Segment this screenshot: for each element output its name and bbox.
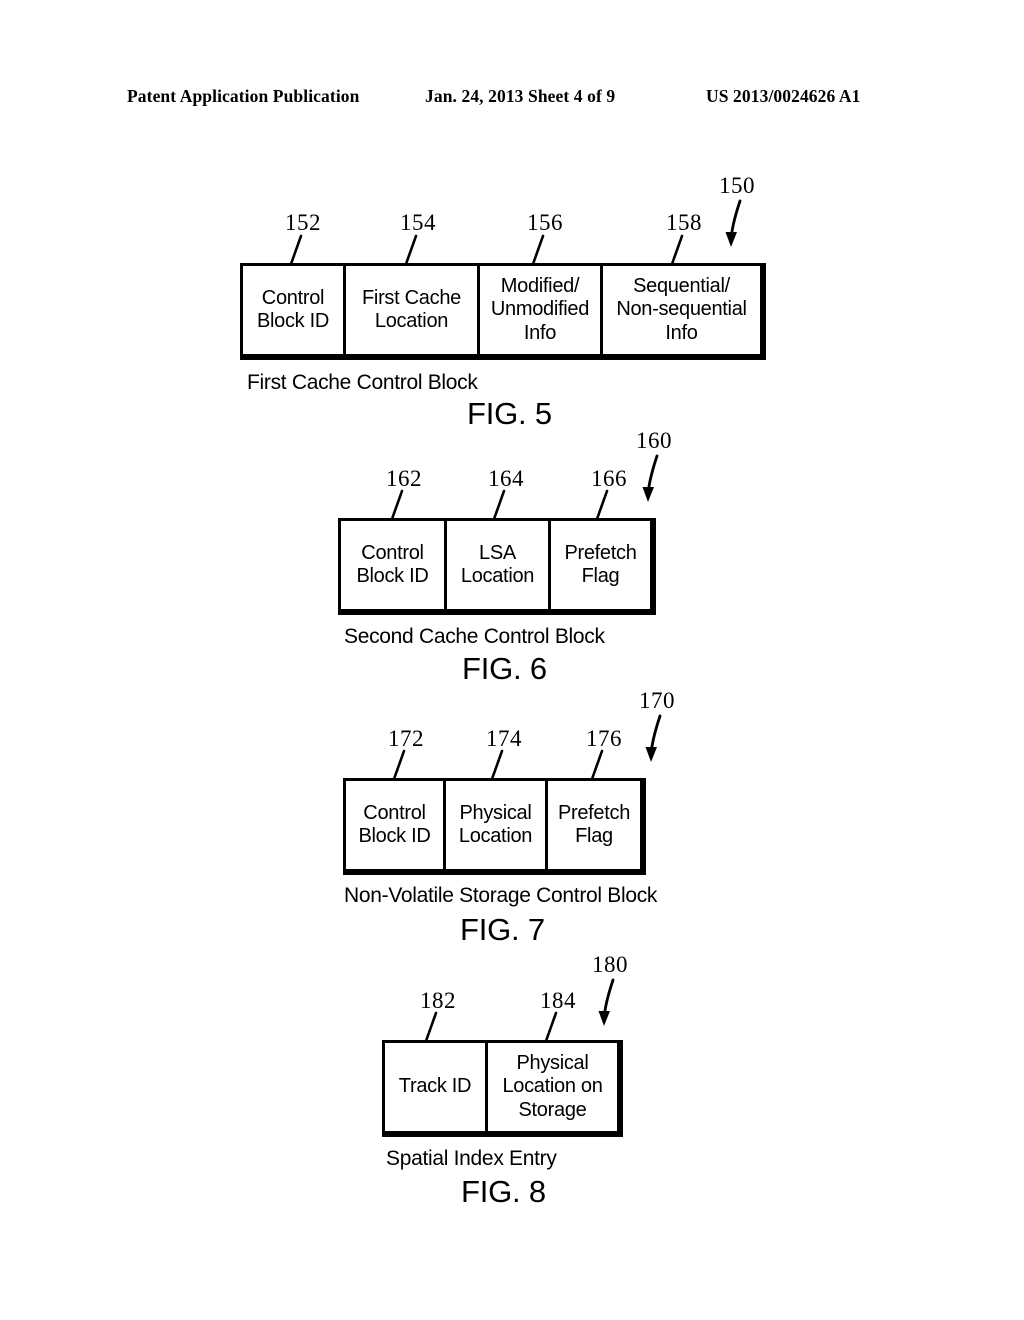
block-cell-sequential-non-sequential-info: Sequential/ Non-sequential Info <box>603 266 760 354</box>
cell-line: Flag <box>575 825 613 847</box>
cell-line: Block ID <box>256 310 330 332</box>
block-cell-first-cache-location: First Cache Location <box>346 266 480 354</box>
cell-line: Physical <box>516 1052 589 1075</box>
page-header: Patent Application Publication Jan. 24, … <box>0 86 1024 112</box>
figure-8-label: FIG. 8 <box>461 1174 546 1209</box>
non-volatile-storage-control-block-diagram: Control Block ID Physical Location Prefe… <box>343 778 646 875</box>
header-publication-number: US 2013/0024626 A1 <box>706 86 861 106</box>
cell-line: Location <box>460 565 535 587</box>
ref-numeral-162: 162 <box>386 466 422 491</box>
ref-numeral-170: 170 <box>639 688 675 713</box>
leader-line-162 <box>390 489 404 521</box>
header-date-sheet-text: Jan. 24, 2013 Sheet 4 of 9 <box>425 86 616 106</box>
block-cell-prefetch-flag: Prefetch Flag <box>551 521 650 609</box>
leader-line-172 <box>392 749 406 781</box>
cell-line: Track ID <box>398 1075 472 1098</box>
ref-numeral-158: 158 <box>666 210 702 235</box>
block-cell-modified-unmodified-info: Modified/ Unmodified Info <box>480 266 603 354</box>
header-publication-text: Patent Application Publication <box>127 86 360 106</box>
block-cell-track-id: Track ID <box>385 1043 488 1131</box>
leader-line-158 <box>670 234 684 266</box>
block-cell-physical-location-on-storage: Physical Location on Storage <box>488 1043 617 1131</box>
spatial-index-entry-diagram: Track ID Physical Location on Storage <box>382 1040 623 1137</box>
leader-line-166 <box>595 489 609 521</box>
ref-numeral-152: 152 <box>285 210 321 235</box>
ref-numeral-184: 184 <box>540 988 576 1013</box>
cell-line: Control <box>361 541 424 564</box>
cell-line: Unmodified <box>490 298 590 321</box>
cell-line: Flag <box>581 565 620 587</box>
first-cache-control-block-diagram: Control Block ID First Cache Location Mo… <box>240 263 766 360</box>
figure-7-label: FIG. 7 <box>460 912 545 947</box>
block-pointer-arrow-170 <box>637 714 671 770</box>
ref-numeral-180: 180 <box>592 952 628 977</box>
cell-line: LSA <box>479 541 516 564</box>
ref-numeral-166: 166 <box>591 466 627 491</box>
ref-numeral-164: 164 <box>488 466 524 491</box>
figure-5-caption: First Cache Control Block <box>247 371 478 394</box>
figure-7-caption: Non-Volatile Storage Control Block <box>344 884 658 907</box>
ref-numeral-172: 172 <box>388 726 424 751</box>
cell-line: Control <box>363 801 426 824</box>
leader-line-154 <box>404 234 418 266</box>
leader-line-156 <box>531 234 545 266</box>
cell-line: Info <box>665 321 698 344</box>
cell-line: Block ID <box>358 825 431 847</box>
cell-line: Control <box>261 286 325 309</box>
leader-line-164 <box>492 489 506 521</box>
leader-line-174 <box>490 749 504 781</box>
figure-6-label: FIG. 6 <box>462 651 547 686</box>
cell-line: Non-sequential <box>616 298 747 321</box>
ref-numeral-160: 160 <box>636 428 672 453</box>
figure-5-label: FIG. 5 <box>467 396 552 431</box>
cell-line: Prefetch <box>557 801 631 824</box>
ref-numeral-176: 176 <box>586 726 622 751</box>
cell-line: Info <box>523 321 557 344</box>
block-cell-control-block-id: Control Block ID <box>346 781 446 869</box>
block-cell-control-block-id: Control Block ID <box>243 266 346 354</box>
leader-line-184 <box>544 1011 558 1043</box>
cell-line: Prefetch <box>564 541 637 564</box>
ref-numeral-182: 182 <box>420 988 456 1013</box>
cell-line: Physical <box>459 801 532 824</box>
block-pointer-arrow-150 <box>717 199 751 255</box>
leader-line-176 <box>590 749 604 781</box>
figure-6-caption: Second Cache Control Block <box>344 625 605 648</box>
block-cell-physical-location: Physical Location <box>446 781 548 869</box>
leader-line-152 <box>289 234 303 266</box>
ref-numeral-154: 154 <box>400 210 436 235</box>
cell-line: Modified/ <box>500 275 580 298</box>
second-cache-control-block-diagram: Control Block ID LSA Location Prefetch F… <box>338 518 656 615</box>
block-cell-lsa-location: LSA Location <box>447 521 551 609</box>
cell-line: Location <box>458 825 533 847</box>
cell-line: Location <box>374 310 449 332</box>
figure-8-caption: Spatial Index Entry <box>386 1147 557 1170</box>
block-pointer-arrow-180 <box>590 978 624 1034</box>
ref-numeral-174: 174 <box>486 726 522 751</box>
ref-numeral-156: 156 <box>527 210 563 235</box>
cell-line: Location on <box>502 1075 603 1098</box>
ref-numeral-150: 150 <box>719 173 755 198</box>
cell-line: Block ID <box>356 565 429 587</box>
cell-line: Sequential/ <box>633 275 730 298</box>
leader-line-182 <box>424 1011 438 1043</box>
block-cell-control-block-id: Control Block ID <box>341 521 447 609</box>
block-cell-prefetch-flag: Prefetch Flag <box>548 781 640 869</box>
block-pointer-arrow-160 <box>634 454 668 510</box>
cell-line: Storage <box>518 1098 587 1121</box>
cell-line: First Cache <box>362 286 461 309</box>
